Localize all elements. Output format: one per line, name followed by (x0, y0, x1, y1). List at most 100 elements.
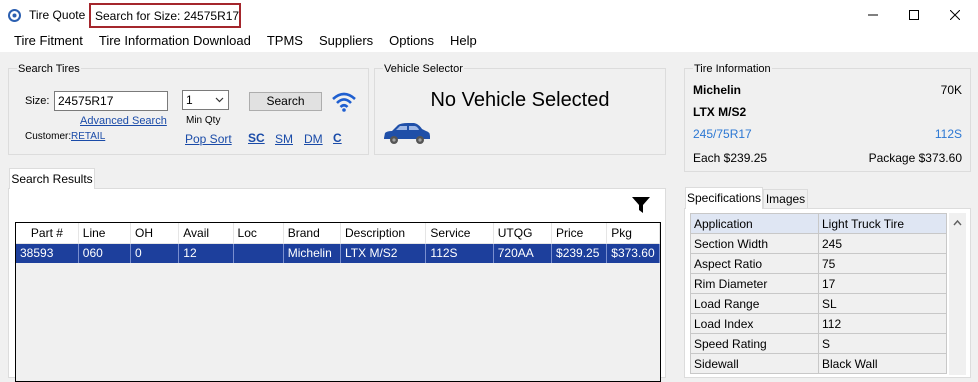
wifi-icon (332, 92, 356, 112)
tab-search-results[interactable]: Search Results (9, 168, 95, 189)
search-tires-label: Search Tires (17, 63, 81, 75)
min-qty-select[interactable]: 1 (182, 90, 229, 110)
results-table: Part # Line OH Avail Loc Brand Descripti… (16, 223, 660, 263)
spec-value: Light Truck Tire (818, 213, 947, 234)
vehicle-selector-group: Vehicle Selector No Vehicle Selected (374, 63, 666, 155)
chevron-up-icon[interactable] (953, 219, 962, 226)
menu-suppliers[interactable]: Suppliers (311, 30, 381, 52)
table-row: Rim Diameter 17 (690, 273, 947, 294)
tire-model: LTX M/S2 (693, 105, 747, 119)
search-tires-group: Search Tires Size: 24575R17 1 Search Adv… (8, 63, 369, 155)
table-row: Section Width 245 (690, 233, 947, 254)
menu-bar: Tire Fitment Tire Information Download T… (0, 30, 978, 52)
col-avail[interactable]: Avail (178, 223, 234, 244)
document-title: Search for Size: 24575R17 (89, 3, 241, 28)
table-row[interactable]: 38593 060 0 12 Michelin LTX M/S2 112S 72… (16, 243, 660, 263)
filter-icon[interactable] (631, 196, 651, 214)
maximize-button[interactable] (891, 0, 937, 30)
spec-value: 75 (818, 253, 947, 274)
spec-key: Load Index (690, 313, 819, 334)
car-icon[interactable] (382, 122, 432, 146)
menu-tire-fitment[interactable]: Tire Fitment (6, 30, 91, 52)
col-oh[interactable]: OH (130, 223, 180, 244)
menu-help[interactable]: Help (442, 30, 485, 52)
cell-utqg: 720AA (493, 243, 553, 263)
chevron-down-icon (215, 97, 224, 103)
table-row: Load Range SL (690, 293, 947, 314)
spec-key: Speed Rating (690, 333, 819, 354)
specs-panel: Application Light Truck Tire Section Wid… (684, 208, 971, 378)
maximize-icon (909, 10, 919, 20)
col-loc[interactable]: Loc (233, 223, 284, 244)
min-qty-value: 1 (186, 93, 193, 107)
col-price[interactable]: Price (551, 223, 608, 244)
minimize-button[interactable] (850, 0, 896, 30)
spec-value: 245 (818, 233, 947, 254)
cell-pkg: $373.60 (606, 243, 660, 263)
customer-link[interactable]: RETAIL (71, 131, 105, 142)
vehicle-selector-label: Vehicle Selector (383, 63, 464, 75)
spec-value: S (818, 333, 947, 354)
sc-link[interactable]: SC (248, 131, 265, 145)
tire-package-price: Package $373.60 (868, 151, 962, 165)
cell-service: 112S (425, 243, 494, 263)
spec-key: Aspect Ratio (690, 253, 819, 274)
col-line[interactable]: Line (78, 223, 132, 244)
tire-service: 112S (934, 127, 962, 141)
tire-information-group: Tire Information Michelin 70K LTX M/S2 2… (684, 63, 971, 172)
c-link[interactable]: C (333, 131, 342, 145)
col-pkg[interactable]: Pkg (606, 223, 660, 244)
cell-avail: 12 (178, 243, 234, 263)
search-results-panel: Part # Line OH Avail Loc Brand Descripti… (8, 188, 666, 382)
min-qty-label: Min Qty (186, 115, 221, 126)
spec-value: SL (818, 293, 947, 314)
specs-scrollbar[interactable] (949, 213, 966, 375)
close-button[interactable] (932, 0, 978, 30)
size-input[interactable]: 24575R17 (54, 91, 168, 111)
dm-link[interactable]: DM (304, 132, 323, 146)
size-label: Size: (25, 95, 50, 107)
tire-each-price: Each $239.25 (693, 151, 768, 165)
spec-key: Load Range (690, 293, 819, 314)
cell-loc (233, 243, 284, 263)
menu-tpms[interactable]: TPMS (259, 30, 311, 52)
sm-link[interactable]: SM (275, 132, 293, 146)
specs-table: Application Light Truck Tire Section Wid… (690, 213, 947, 374)
tire-load-range: 70K (940, 83, 962, 97)
col-service[interactable]: Service (425, 223, 494, 244)
search-button[interactable]: Search (249, 92, 322, 111)
minimize-icon (868, 14, 878, 16)
cell-part: 38593 (16, 243, 79, 263)
menu-options[interactable]: Options (381, 30, 442, 52)
col-part[interactable]: Part # (16, 223, 79, 244)
tire-information-label: Tire Information (693, 63, 772, 75)
title-bar: Tire Quote Search for Size: 24575R17 (0, 0, 978, 30)
spec-key: Rim Diameter (690, 273, 819, 294)
cell-price: $239.25 (551, 243, 608, 263)
cell-description: LTX M/S2 (340, 243, 427, 263)
tab-specifications[interactable]: Specifications (685, 187, 763, 209)
results-header-row: Part # Line OH Avail Loc Brand Descripti… (16, 223, 660, 244)
advanced-search-link[interactable]: Advanced Search (80, 115, 167, 127)
results-grid: Part # Line OH Avail Loc Brand Descripti… (15, 222, 661, 382)
table-row: Aspect Ratio 75 (690, 253, 947, 274)
menu-tire-information-download[interactable]: Tire Information Download (91, 30, 259, 52)
tire-brand: Michelin (693, 83, 742, 97)
spec-key: Application (690, 213, 819, 234)
close-icon (950, 10, 960, 20)
spec-key: Section Width (690, 233, 819, 254)
tab-images[interactable]: Images (763, 189, 808, 209)
cell-line: 060 (78, 243, 132, 263)
app-title: Tire Quote (29, 8, 86, 22)
col-brand[interactable]: Brand (283, 223, 342, 244)
tire-size: 245/75R17 (693, 127, 752, 141)
col-description[interactable]: Description (340, 223, 427, 244)
cell-oh: 0 (130, 243, 180, 263)
vehicle-status: No Vehicle Selected (430, 89, 610, 111)
customer-label: Customer: (25, 131, 72, 142)
table-row: Load Index 112 (690, 313, 947, 334)
specs-header-row: Application Light Truck Tire (690, 213, 947, 234)
pop-sort-link[interactable]: Pop Sort (185, 132, 232, 146)
tire-app-icon (8, 9, 21, 22)
col-utqg[interactable]: UTQG (493, 223, 553, 244)
